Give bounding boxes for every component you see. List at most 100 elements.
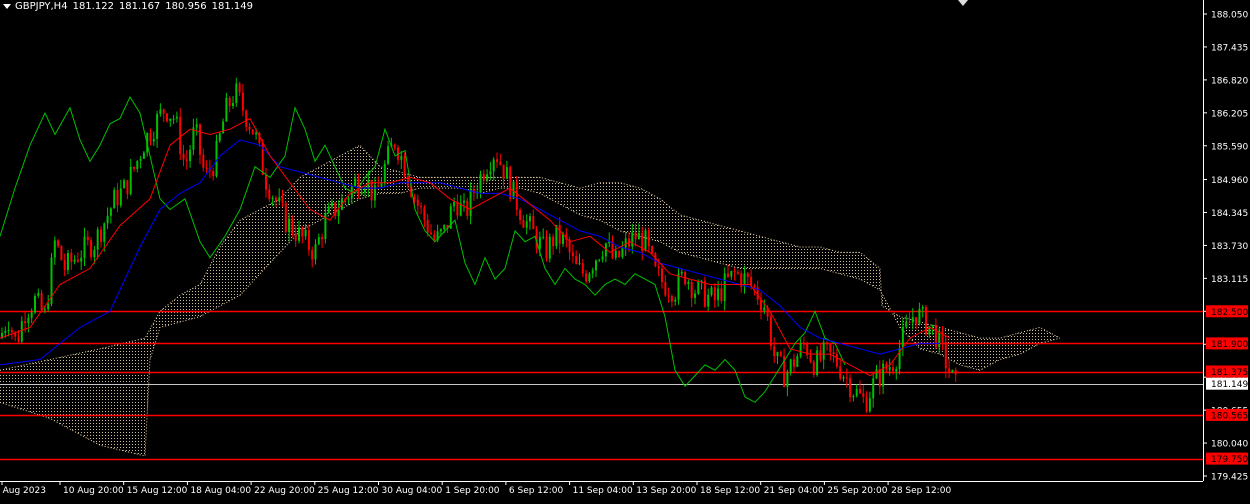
candle-body — [519, 210, 522, 220]
candle-body — [855, 389, 858, 396]
candle-body — [245, 110, 248, 127]
price-tick-label: 187.435 — [1211, 43, 1248, 53]
dropdown-triangle-icon[interactable] — [3, 3, 11, 9]
candle-body — [195, 124, 198, 128]
price-chart[interactable]: 188.050 187.435 186.820 186.205 185.590 184.9… — [0, 0, 1250, 500]
candle-body — [839, 366, 842, 379]
time-tick-label: 25 Sep 20:00 — [827, 486, 887, 496]
candle-body — [73, 259, 76, 262]
candle-body — [30, 312, 33, 318]
candle-body — [921, 307, 924, 309]
candle-body — [142, 152, 145, 159]
candle-body — [591, 270, 594, 274]
level-price-tag-label: 181.375 — [1211, 368, 1248, 378]
candle-body — [169, 118, 172, 122]
candle-body — [644, 230, 647, 251]
chart-canvas[interactable]: 188.050 187.435 186.820 186.205 185.590 184.9… — [0, 0, 1250, 500]
candle-body — [776, 352, 779, 357]
candle-body — [37, 292, 40, 296]
candle-body — [311, 250, 314, 260]
candle-body — [24, 321, 27, 324]
candle-body — [106, 215, 109, 224]
candle-body — [872, 378, 875, 399]
candle-body — [575, 256, 578, 265]
candle-body — [162, 109, 165, 114]
candle-body — [694, 293, 696, 298]
candle-body — [862, 393, 865, 397]
candle-body — [793, 359, 795, 367]
candle-body — [364, 188, 366, 193]
price-tick-label: 183.115 — [1211, 275, 1248, 285]
price-tick-label: 183.730 — [1211, 242, 1248, 252]
candle-body — [799, 343, 802, 357]
candle-body — [139, 158, 142, 161]
candle-body — [189, 149, 192, 161]
candle-body — [212, 171, 215, 177]
candle-body — [453, 201, 456, 207]
candle-body — [7, 329, 10, 331]
candle-body — [687, 282, 690, 284]
candle-body — [321, 237, 324, 240]
candle-body — [443, 224, 446, 230]
candle-body — [522, 219, 525, 228]
candle-body — [621, 247, 624, 257]
candle-body — [901, 326, 904, 348]
price-tick-label: 185.590 — [1211, 142, 1248, 152]
candle-body — [634, 232, 637, 240]
candle-body — [496, 159, 498, 162]
symbol-header: GBPJPY,H4 181.122 181.167 180.956 181.149 — [3, 1, 258, 13]
candle-body — [166, 113, 168, 122]
candle-body — [294, 234, 297, 241]
candle-body — [915, 317, 918, 324]
price-axis: 188.050 187.435 186.820 186.205 185.590 184.9… — [1203, 0, 1250, 500]
candle-body — [670, 296, 673, 302]
candle-body — [60, 245, 63, 261]
candle-body — [888, 367, 891, 370]
candle-body — [413, 197, 416, 200]
candle-body — [502, 164, 505, 179]
candle-body — [172, 118, 175, 120]
candle-body — [103, 223, 106, 242]
candle-body — [849, 378, 852, 397]
candle-body — [571, 252, 574, 257]
candle-body — [809, 355, 812, 362]
candle-body — [713, 287, 716, 301]
candle-body — [331, 202, 333, 207]
time-axis: 8 Aug 2023 10 Aug 20:0015 Aug 12:0018 Aug… — [0, 481, 1250, 500]
candle-body — [598, 259, 601, 261]
time-tick-label: 13 Sep 20:00 — [636, 486, 696, 496]
candle-body — [753, 285, 756, 288]
candle-body — [618, 250, 621, 257]
candle-body — [720, 288, 723, 301]
level-price-tag-label: 182.500 — [1211, 308, 1248, 318]
candle-body — [241, 92, 244, 111]
candle-body — [96, 229, 99, 250]
candle-body — [482, 173, 485, 181]
level-price-tag-label: 179.750 — [1211, 455, 1248, 465]
candle-body — [215, 140, 218, 177]
candle-body — [558, 225, 561, 244]
candle-body — [938, 331, 941, 348]
candle-body — [34, 296, 36, 313]
candle-body — [802, 343, 805, 345]
candle-body — [677, 273, 680, 300]
candle-body — [667, 295, 670, 297]
candle-body — [248, 126, 251, 130]
candle-body — [868, 398, 871, 412]
candle-body — [852, 395, 855, 397]
time-tick-label: 22 Aug 20:00 — [254, 486, 315, 496]
chart-background — [0, 0, 1250, 500]
candle-body — [423, 207, 426, 220]
candle-body — [822, 342, 825, 360]
candle-body — [499, 161, 502, 165]
candle-body — [624, 238, 627, 248]
level-price-tag-label: 181.900 — [1211, 340, 1248, 350]
candle-body — [284, 202, 287, 233]
candle-body — [86, 236, 89, 241]
candle-body — [690, 282, 693, 298]
candle-body — [532, 216, 535, 230]
time-tick-label: 18 Sep 12:00 — [700, 486, 760, 496]
candle-body — [420, 205, 423, 208]
candle-body — [291, 218, 294, 235]
candle-body — [647, 230, 650, 247]
